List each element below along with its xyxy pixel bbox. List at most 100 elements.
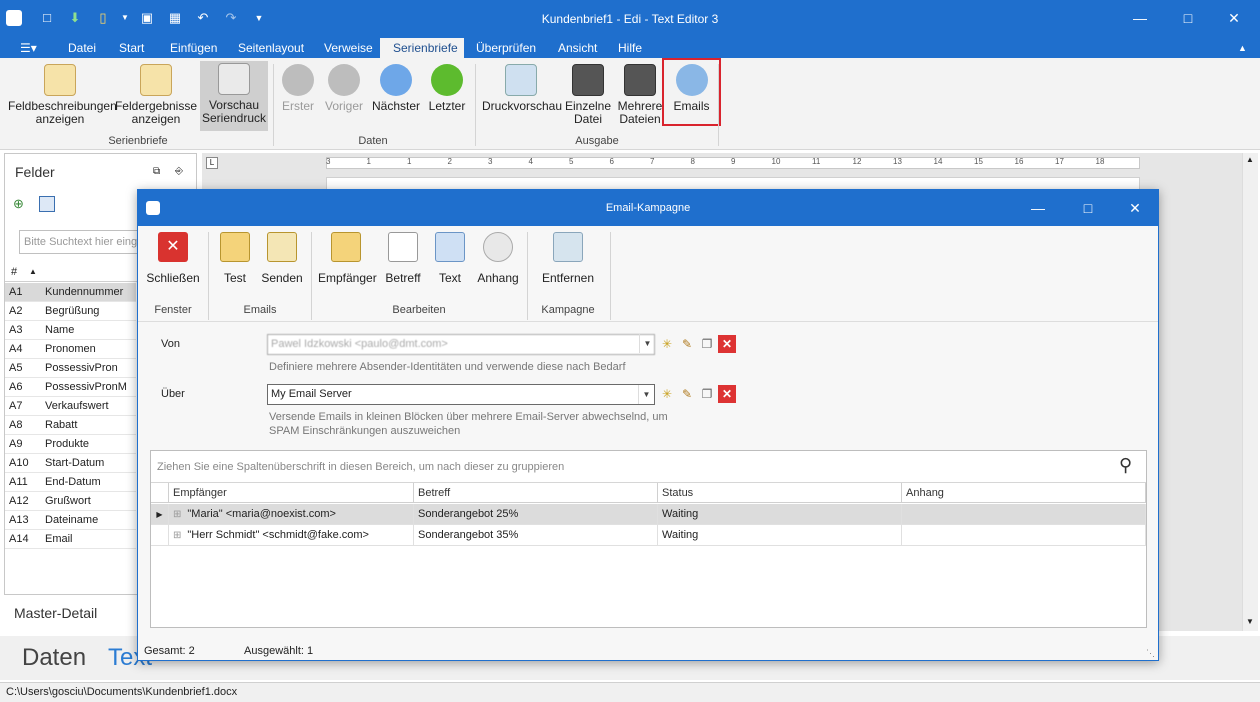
entfernen-button[interactable]: Entfernen [536, 230, 600, 285]
scroll-up-icon[interactable]: ▲ [1246, 155, 1254, 164]
field-row[interactable]: A3 Name [5, 321, 136, 340]
schliessen-button[interactable]: ✕ Schließen [146, 230, 200, 285]
ruler-number: 1 [366, 157, 371, 166]
tab-ansicht[interactable]: Ansicht [552, 38, 603, 58]
maximize-button[interactable]: □ [1176, 8, 1200, 28]
von-new-icon[interactable]: ✳ [658, 335, 676, 353]
field-row[interactable]: A7 Verkaufswert [5, 397, 136, 416]
group-label-ausgabe: Ausgabe [575, 135, 619, 147]
tab-serienbriefe[interactable]: Serienbriefe [380, 38, 464, 58]
sort-asc-icon: ▲ [29, 267, 37, 276]
field-row[interactable]: A2 Begrüßung [5, 302, 136, 321]
resize-grip-icon[interactable]: ⋱ [1146, 648, 1155, 659]
anhang-button[interactable]: Anhang [476, 230, 520, 285]
cell-empfaenger[interactable]: ⊞ "Herr Schmidt" <schmidt@fake.com> [169, 525, 414, 546]
cell-status[interactable]: Waiting [658, 525, 902, 546]
subject-icon [388, 232, 418, 262]
minimize-button[interactable]: — [1128, 8, 1152, 28]
letzter-button[interactable]: Letzter [426, 62, 468, 113]
von-copy-icon[interactable]: ❐ [698, 335, 716, 353]
expand-icon[interactable]: ⊞ [173, 509, 181, 520]
feldbeschreibungen-button[interactable]: Feldbeschreibungen anzeigen [8, 62, 117, 126]
calendar-icon[interactable] [39, 196, 55, 212]
tab-seitenlayout[interactable]: Seitenlayout [232, 38, 310, 58]
arrow-left-icon [328, 64, 360, 96]
mehrere-dateien-button[interactable]: Mehrere Dateien [616, 62, 664, 126]
field-row[interactable]: A14 Email [5, 530, 136, 549]
tab-einfuegen[interactable]: Einfügen [164, 38, 223, 58]
emails-button[interactable]: Emails [662, 58, 721, 126]
field-row[interactable]: A10 Start-Datum [5, 454, 136, 473]
close-button[interactable]: ✕ [1222, 8, 1246, 28]
tab-stop-icon[interactable]: L [206, 157, 218, 169]
cell-betreff[interactable]: Sonderangebot 25% [414, 504, 658, 525]
voriger-button[interactable]: Voriger [322, 62, 366, 113]
row-indicator[interactable]: ▶ [151, 504, 169, 525]
col-anhang[interactable]: Anhang [902, 483, 1146, 503]
search-icon[interactable]: ⚲ [1119, 455, 1132, 476]
dialog-minimize-button[interactable]: — [1026, 198, 1050, 218]
ueber-new-icon[interactable]: ✳ [658, 385, 676, 403]
col-empfaenger[interactable]: Empfänger [169, 483, 414, 503]
cell-anhang[interactable] [902, 504, 1146, 525]
test-button[interactable]: Test [216, 230, 254, 285]
scroll-down-icon[interactable]: ▼ [1246, 617, 1254, 626]
field-row[interactable]: A4 Pronomen [5, 340, 136, 359]
tab-verweise[interactable]: Verweise [318, 38, 379, 58]
tab-ueberpruefen[interactable]: Überprüfen [470, 38, 542, 58]
field-row[interactable]: A9 Produkte [5, 435, 136, 454]
field-row[interactable]: A12 Grußwort [5, 492, 136, 511]
feldergebnisse-button[interactable]: Feldergebnisse anzeigen [114, 62, 198, 126]
ueber-delete-icon[interactable]: ✕ [718, 385, 736, 403]
group-panel[interactable]: Ziehen Sie eine Spaltenüberschrift in di… [151, 451, 1146, 483]
col-num-header[interactable]: # [11, 262, 17, 282]
tab-hilfe[interactable]: Hilfe [612, 38, 648, 58]
tab-start[interactable]: Start [113, 38, 150, 58]
dialog-maximize-button[interactable]: □ [1076, 198, 1100, 218]
field-name: Name [45, 324, 75, 336]
field-result-icon [140, 64, 172, 96]
empfaenger-button[interactable]: Empfänger [318, 230, 377, 285]
von-edit-icon[interactable]: ✎ [678, 335, 696, 353]
add-field-icon[interactable]: ⊕ [13, 196, 29, 212]
row-indicator[interactable] [151, 525, 169, 546]
erster-button[interactable]: Erster [278, 62, 318, 113]
dialog-close-button[interactable]: ✕ [1123, 198, 1147, 218]
naechster-button[interactable]: Nächster [370, 62, 422, 113]
float-panel-icon[interactable]: ⧉ [153, 166, 160, 177]
vorschau-seriendruck-button[interactable]: Vorschau Seriendruck [200, 61, 268, 131]
app-menu-icon[interactable]: ☰▾ [14, 38, 42, 58]
von-dropdown[interactable]: ▼ [639, 334, 655, 355]
text-button[interactable]: Text [430, 230, 470, 285]
field-row[interactable]: A5 PossessivPron [5, 359, 136, 378]
tab-daten[interactable]: Daten [22, 644, 86, 672]
col-betreff[interactable]: Betreff [414, 483, 658, 503]
cell-anhang[interactable] [902, 525, 1146, 546]
field-row[interactable]: A11 End-Datum [5, 473, 136, 492]
vertical-scrollbar[interactable]: ▲ ▼ [1242, 153, 1258, 631]
einzelne-datei-button[interactable]: Einzelne Datei [564, 62, 612, 126]
field-row[interactable]: A8 Rabatt [5, 416, 136, 435]
tab-datei[interactable]: Datei [62, 38, 102, 58]
ueber-edit-icon[interactable]: ✎ [678, 385, 696, 403]
field-row[interactable]: A1 Kundennummer [5, 283, 136, 302]
von-delete-icon[interactable]: ✕ [718, 335, 736, 353]
von-combo[interactable]: Pawel Idzkowski <paulo@dmt.com> [267, 334, 655, 355]
chevron-down-icon[interactable]: ▼ [638, 385, 654, 404]
expand-icon[interactable]: ⊞ [173, 530, 181, 541]
cell-empfaenger[interactable]: ⊞ "Maria" <maria@noexist.com> [169, 504, 414, 525]
senden-button[interactable]: Senden [260, 230, 304, 285]
col-status[interactable]: Status [658, 483, 902, 503]
field-id: A14 [9, 533, 29, 545]
betreff-button[interactable]: Betreff [382, 230, 424, 285]
ueber-copy-icon[interactable]: ❐ [698, 385, 716, 403]
cell-status[interactable]: Waiting [658, 504, 902, 525]
pin-icon[interactable]: ⎆ [175, 166, 183, 177]
field-row[interactable]: A13 Dateiname [5, 511, 136, 530]
ueber-combo[interactable]: My Email Server ▼ [267, 384, 655, 405]
ruler-number: 11 [812, 157, 821, 166]
collapse-ribbon-icon[interactable]: ▲ [1232, 38, 1253, 58]
cell-betreff[interactable]: Sonderangebot 35% [414, 525, 658, 546]
field-row[interactable]: A6 PossessivPronM [5, 378, 136, 397]
druckvorschau-button[interactable]: Druckvorschau [482, 62, 562, 113]
